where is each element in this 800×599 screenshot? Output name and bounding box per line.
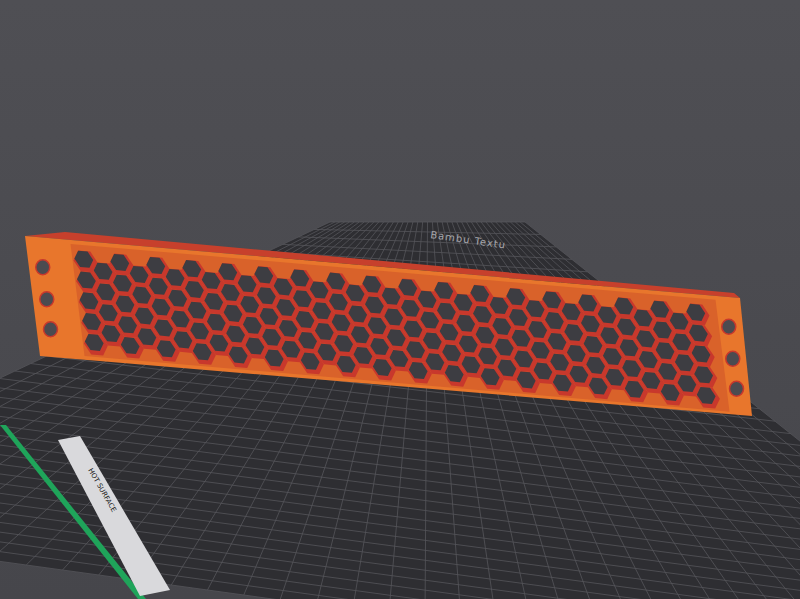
honeycomb-hole	[74, 251, 98, 273]
warning-label: HOT SURFACE	[86, 467, 117, 514]
honeycomb-hole	[506, 288, 530, 310]
honeycomb-hole	[578, 294, 602, 316]
plate-label: Bambu Textu	[430, 229, 507, 250]
honeycomb-hole	[688, 324, 712, 346]
honeycomb-hole	[218, 263, 242, 285]
scene-drawing[interactable]: Bambu Textu HOT SURFACE	[0, 0, 800, 599]
honeycomb-hole	[326, 272, 350, 294]
mount-hole	[726, 351, 740, 366]
honeycomb-hole	[110, 254, 134, 276]
honeycomb-hole	[362, 276, 386, 298]
honeycomb-hole	[686, 304, 710, 326]
plate-sticker	[58, 436, 170, 596]
honeycomb-hole	[693, 366, 717, 388]
mount-hole	[722, 319, 736, 334]
honeycomb-hole	[470, 285, 494, 307]
honeycomb-hole	[614, 297, 638, 319]
honeycomb-hole	[542, 291, 566, 313]
honeycomb-hole	[146, 257, 170, 279]
mount-hole	[40, 292, 54, 307]
honeycomb-hole	[691, 345, 715, 367]
mount-hole	[730, 381, 744, 396]
honeycomb-hole	[398, 279, 422, 301]
mount-hole	[36, 260, 50, 275]
honeycomb-hole	[696, 387, 720, 409]
honeycomb-hole	[290, 269, 314, 291]
build-plate: Bambu Textu HOT SURFACE	[0, 222, 800, 599]
honeycomb-hole	[254, 266, 278, 288]
honeycomb-hole	[182, 260, 206, 282]
rack-panel[interactable]	[25, 232, 752, 416]
honeycomb-hole	[434, 282, 458, 304]
3d-viewport[interactable]: Bambu Textu HOT SURFACE	[0, 0, 800, 599]
mount-hole	[44, 322, 58, 337]
honeycomb-hole	[650, 301, 674, 323]
